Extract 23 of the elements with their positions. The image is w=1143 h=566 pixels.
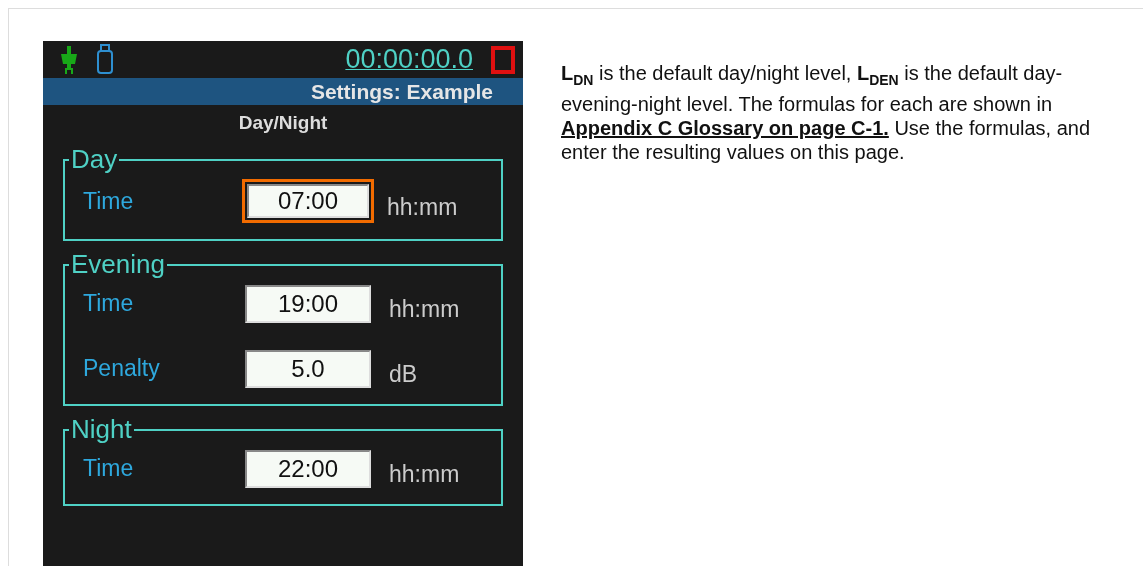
field-label: Penalty [83,355,161,382]
input-field[interactable]: 22:00 [245,449,371,488]
unit-label: hh:mm [387,193,458,221]
settings-title: Settings: Example [310,79,493,104]
group-title: Evening [70,249,166,280]
input-field[interactable]: 19:00 [245,284,371,323]
screen-title: Day/Night [237,112,329,134]
field-label: Time [83,455,135,482]
group-title: Night [70,414,133,445]
stop-icon [491,45,515,74]
field-label: Time [83,290,135,317]
description-paragraph: L$_{DN}$ is the default day/night level, L$_{DEN}$ is the default day-evening-night level. The formulas for each are shown in Appendix C Glossary on page C-1. Use the formulas, and enter the resulting values on this page. [561,61,1092,165]
elapsed-time: 00:00:00.0 [345,44,473,75]
battery-icon [97,43,113,76]
field-label: Time [83,187,135,215]
unit-label: hh:mm [389,461,460,488]
group-title: Day [70,144,119,175]
appendix-link[interactable]: Appendix C Glossary on page C-1. [561,117,889,139]
input-field[interactable]: 07:00 [242,179,374,223]
unit-label: hh:mm [389,296,460,323]
unit-label: dB [389,361,418,388]
plug-icon [59,45,79,74]
input-field[interactable]: 5.0 [245,349,371,388]
